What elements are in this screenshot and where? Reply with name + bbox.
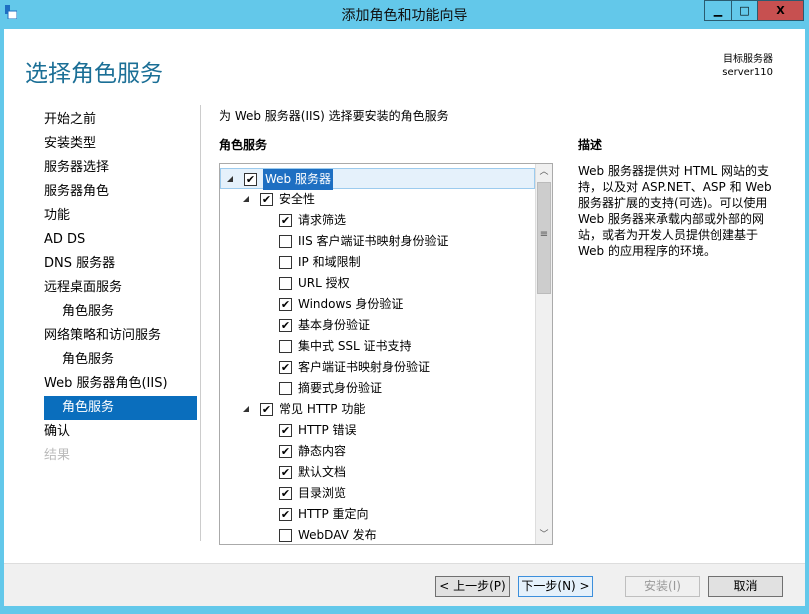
tree-item-label: 摘要式身份验证 xyxy=(298,381,383,395)
tree-item[interactable]: ✔ 目录浏览 xyxy=(220,483,535,504)
nav-item[interactable]: 角色服务 xyxy=(44,348,197,372)
nav-item[interactable]: 服务器角色 xyxy=(44,180,197,204)
role-services-tree[interactable]: ✔ Web 服务器 ✔ 安全性 ✔ 请求筛选 IIS 客户端证书映射身份验证 IP 和域限制 U… xyxy=(219,163,553,545)
tree-item-label: URL 授权 xyxy=(298,276,350,290)
expand-arrow-icon[interactable] xyxy=(243,196,249,202)
tree-item[interactable]: ✔ 静态内容 xyxy=(220,441,535,462)
tree-item-label: 目录浏览 xyxy=(298,486,347,500)
tree-item[interactable]: ✔ HTTP 错误 xyxy=(220,420,535,441)
target-server-label: 目标服务器 xyxy=(723,54,773,65)
scroll-up-icon[interactable]: ︿ xyxy=(536,164,552,181)
tree-item-label: Web 服务器 xyxy=(263,169,333,190)
instruction-text: 为 Web 服务器(IIS) 选择要安装的角色服务 xyxy=(219,109,449,123)
description-text: Web 服务器提供对 HTML 网站的支持，以及对 ASP.NET、ASP 和 … xyxy=(578,164,772,258)
tree-item[interactable]: 摘要式身份验证 xyxy=(220,378,535,399)
tree-item-label: 默认文档 xyxy=(298,465,347,479)
nav-item[interactable]: 角色服务 xyxy=(44,300,197,324)
checkbox[interactable]: ✔ xyxy=(244,173,257,186)
vertical-scrollbar[interactable]: ︿ ≡ ﹀ xyxy=(535,164,552,544)
tree-item-label: HTTP 重定向 xyxy=(298,507,369,521)
description-label: 描述 xyxy=(578,138,603,152)
tree-item-label: 安全性 xyxy=(279,192,316,206)
minimize-button[interactable]: ▁ xyxy=(704,0,732,21)
checkbox[interactable]: ✔ xyxy=(279,361,292,374)
tree-item[interactable]: ✔ Windows 身份验证 xyxy=(220,294,535,315)
next-button[interactable]: 下一步(N) > xyxy=(518,576,593,597)
scroll-down-icon[interactable]: ﹀ xyxy=(536,527,552,544)
checkbox[interactable] xyxy=(279,235,292,248)
checkbox[interactable]: ✔ xyxy=(279,424,292,437)
maximize-button[interactable]: □ xyxy=(731,0,758,21)
nav-item[interactable]: DNS 服务器 xyxy=(44,252,197,276)
nav-item[interactable]: 网络策略和访问服务 xyxy=(44,324,197,348)
title-bar: 添加角色和功能向导 ▁ □ X xyxy=(0,0,809,29)
nav-item[interactable]: 远程桌面服务 xyxy=(44,276,197,300)
tree-item[interactable]: ✔ 请求筛选 xyxy=(220,210,535,231)
tree-item-label: Windows 身份验证 xyxy=(298,297,404,311)
nav-item[interactable]: 安装类型 xyxy=(44,132,197,156)
tree-item[interactable]: WebDAV 发布 xyxy=(220,525,535,544)
tree-item-label: IIS 客户端证书映射身份验证 xyxy=(298,234,449,248)
wizard-nav: 开始之前 安装类型 服务器选择 服务器角色 功能 AD DS DNS 服务器 远程桌面服务 角色… xyxy=(44,108,197,468)
tree-item[interactable]: IIS 客户端证书映射身份验证 xyxy=(220,231,535,252)
roles-label: 角色服务 xyxy=(219,138,268,152)
tree-item[interactable]: ✔ Web 服务器 xyxy=(220,168,535,190)
tree-item-label: 请求筛选 xyxy=(298,213,347,227)
wizard-content: 选择角色服务 目标服务器 server110 开始之前 安装类型 服务器选择 服务器角… xyxy=(4,29,805,563)
nav-item[interactable]: AD DS xyxy=(44,228,197,252)
tree-item[interactable]: ✔ HTTP 重定向 xyxy=(220,504,535,525)
tree-item-label: HTTP 错误 xyxy=(298,423,357,437)
tree-item[interactable]: IP 和域限制 xyxy=(220,252,535,273)
tree-item[interactable]: ✔ 默认文档 xyxy=(220,462,535,483)
close-button[interactable]: X xyxy=(757,0,804,21)
page-title: 选择角色服务 xyxy=(25,61,163,87)
checkbox[interactable] xyxy=(279,340,292,353)
nav-item[interactable]: 确认 xyxy=(44,420,197,444)
tree-item-label: 客户端证书映射身份验证 xyxy=(298,360,431,374)
target-server-value: server110 xyxy=(722,67,773,78)
footer: < 上一步(P) 下一步(N) > 安装(I) 取消 xyxy=(4,563,805,606)
tree-item[interactable]: ✔ 安全性 xyxy=(220,189,535,210)
tree-item-label: WebDAV 发布 xyxy=(298,528,377,542)
tree-item[interactable]: ✔ 基本身份验证 xyxy=(220,315,535,336)
checkbox[interactable] xyxy=(279,277,292,290)
cancel-button[interactable]: 取消 xyxy=(708,576,783,597)
checkbox[interactable]: ✔ xyxy=(260,193,273,206)
window-title: 添加角色和功能向导 xyxy=(341,8,468,24)
checkbox[interactable] xyxy=(279,382,292,395)
nav-item[interactable]: 功能 xyxy=(44,204,197,228)
checkbox[interactable] xyxy=(279,529,292,542)
tree-item-label: 静态内容 xyxy=(298,444,347,458)
nav-item[interactable]: 开始之前 xyxy=(44,108,197,132)
tree-item[interactable]: URL 授权 xyxy=(220,273,535,294)
nav-item[interactable]: 服务器选择 xyxy=(44,156,197,180)
checkbox[interactable]: ✔ xyxy=(279,445,292,458)
tree-item[interactable]: 集中式 SSL 证书支持 xyxy=(220,336,535,357)
expand-arrow-icon[interactable] xyxy=(243,406,249,412)
scroll-thumb[interactable]: ≡ xyxy=(537,182,551,294)
nav-item[interactable]: 角色服务 xyxy=(44,396,197,420)
checkbox[interactable]: ✔ xyxy=(260,403,273,416)
tree-item-label: 常见 HTTP 功能 xyxy=(279,402,366,416)
checkbox[interactable]: ✔ xyxy=(279,508,292,521)
checkbox[interactable] xyxy=(279,256,292,269)
checkbox[interactable]: ✔ xyxy=(279,214,292,227)
divider xyxy=(200,105,201,541)
nav-item: 结果 xyxy=(44,448,71,463)
checkbox[interactable]: ✔ xyxy=(279,298,292,311)
expand-arrow-icon[interactable] xyxy=(227,176,233,182)
checkbox[interactable]: ✔ xyxy=(279,319,292,332)
tree-item-label: 集中式 SSL 证书支持 xyxy=(298,339,412,353)
checkbox[interactable]: ✔ xyxy=(279,487,292,500)
tree-item[interactable]: ✔ 客户端证书映射身份验证 xyxy=(220,357,535,378)
tree-item-label: IP 和域限制 xyxy=(298,255,361,269)
tree-item-label: 基本身份验证 xyxy=(298,318,371,332)
checkbox[interactable]: ✔ xyxy=(279,466,292,479)
target-server: 目标服务器 server110 xyxy=(722,53,773,79)
install-button[interactable]: 安装(I) xyxy=(625,576,700,597)
nav-item[interactable]: Web 服务器角色(IIS) xyxy=(44,372,197,396)
tree-item[interactable]: ✔ 常见 HTTP 功能 xyxy=(220,399,535,420)
previous-button[interactable]: < 上一步(P) xyxy=(435,576,510,597)
